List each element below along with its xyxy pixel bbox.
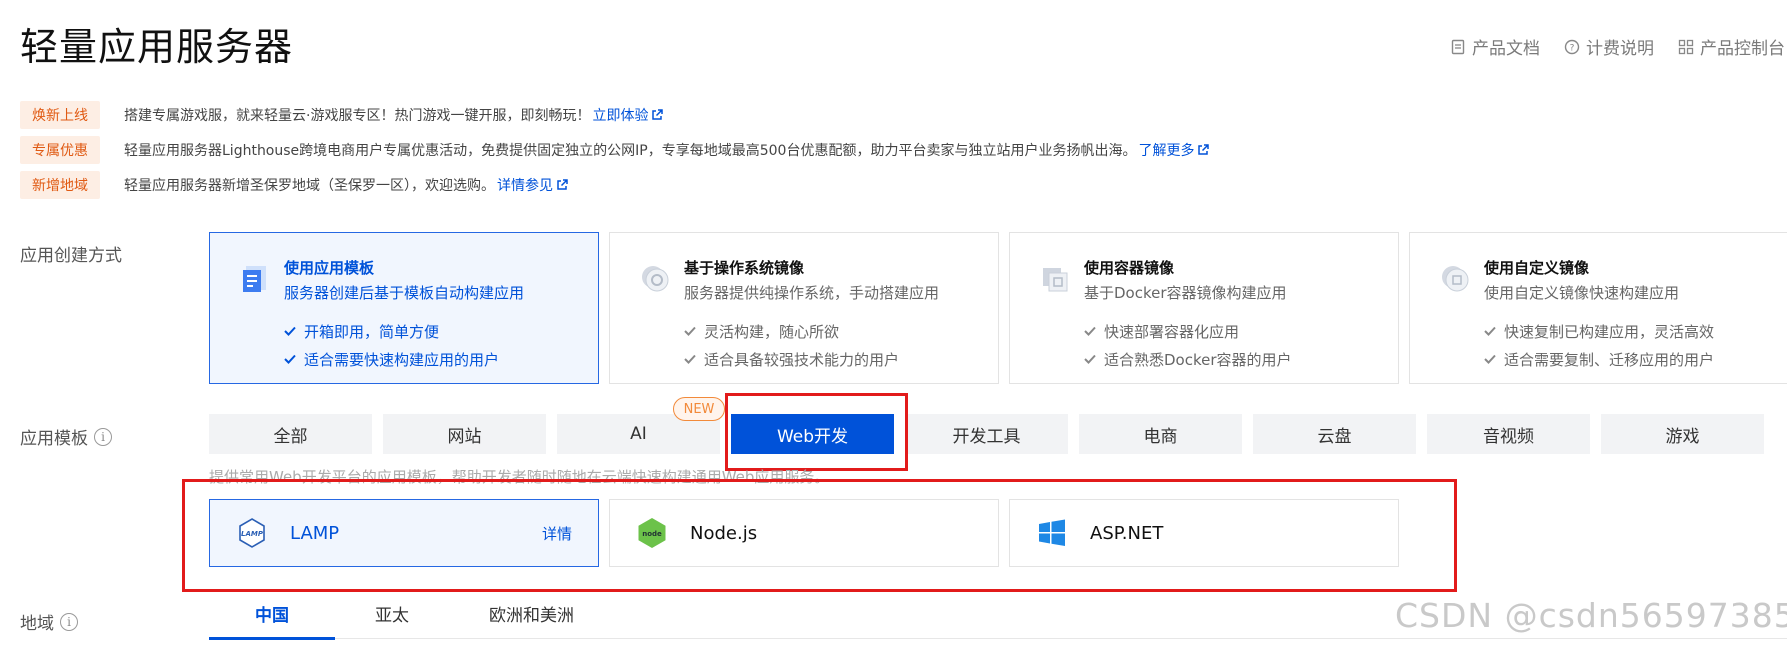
tab-region-asia-pacific[interactable]: 亚太 [335,603,449,639]
billing-link[interactable]: ? 计费说明 [1564,34,1654,59]
mode-feature-text: 快速复制已构建应用，灵活高效 [1504,322,1715,341]
os-image-icon [642,266,669,292]
mode-card-desc: 服务器提供纯操作系统，手动搭建应用 [684,284,940,302]
mode-feature-text: 灵活构建，随心所欲 [704,322,840,341]
mode-feature-text: 适合具备较强技术能力的用户 [704,350,900,369]
mode-card-desc: 使用自定义镜像快速构建应用 [1484,284,1680,302]
tab-website[interactable]: 网站 [383,414,546,454]
tab-dev-tools[interactable]: 开发工具 [905,414,1068,454]
creation-mode-cards: 使用应用模板 服务器创建后基于模板自动构建应用 开箱即用，简单方便 适合需要快速… [209,232,1787,384]
mode-feature: 适合需要快速构建应用的用户 [284,345,578,373]
app-template-label-text: 应用模板 [20,429,88,449]
watermark: CSDN @csdn565973850 [1395,596,1787,635]
check-icon [684,326,696,336]
check-icon [284,354,296,364]
mode-card-desc: 服务器创建后基于模板自动构建应用 [284,284,525,302]
tab-cloud-disk[interactable]: 云盘 [1253,414,1416,454]
document-icon [1451,39,1465,54]
info-icon[interactable]: i [94,427,112,446]
notice-link[interactable]: 详情参见 [497,175,568,195]
mode-card-os-image[interactable]: 基于操作系统镜像 服务器提供纯操作系统，手动搭建应用 灵活构建，随心所欲 适合具… [609,232,999,384]
tab-ecommerce[interactable]: 电商 [1079,414,1242,454]
notice-item: 专属优惠 轻量应用服务器Lighthouse跨境电商用户专属优惠活动，免费提供固… [20,135,1210,165]
check-icon [684,354,696,364]
notice-link[interactable]: 了解更多 [1138,140,1210,160]
region-label-text: 地域 [20,614,54,634]
check-icon [284,326,296,336]
mode-card-title: 使用自定义镜像 [1484,259,1590,277]
highlight-box-templates [182,479,1457,592]
tab-audio-video[interactable]: 音视频 [1427,414,1590,454]
mode-card-title: 使用应用模板 [284,259,375,277]
header-links: 产品文档 ? 计费说明 产品控制台 [1450,34,1785,59]
notice-link-label: 详情参见 [497,178,553,194]
mode-card-container-image[interactable]: 使用容器镜像 基于Docker容器镜像构建应用 快速部署容器化应用 适合熟悉Do… [1009,232,1399,384]
console-link[interactable]: 产品控制台 [1678,34,1785,59]
mode-feature: 适合需要复制、迁移应用的用户 [1484,345,1778,373]
mode-feature-text: 适合需要复制、迁移应用的用户 [1504,350,1715,369]
tab-games[interactable]: 游戏 [1601,414,1764,454]
app-template-label: 应用模板 i [20,424,112,449]
check-icon [1084,354,1096,364]
mode-card-title: 使用容器镜像 [1084,259,1175,277]
tab-all[interactable]: 全部 [209,414,372,454]
mode-feature-text: 适合熟悉Docker容器的用户 [1104,350,1292,369]
notice-tag: 新增地域 [20,171,100,199]
product-docs-label: 产品文档 [1472,39,1540,59]
check-icon [1484,326,1496,336]
page-title: 轻量应用服务器 [20,25,294,69]
check-icon [1084,326,1096,336]
help-circle-icon: ? [1564,39,1580,54]
mode-card-custom-image[interactable]: 使用自定义镜像 使用自定义镜像快速构建应用 快速复制已构建应用，灵活高效 适合需… [1409,232,1787,384]
tab-region-china[interactable]: 中国 [209,603,335,640]
mode-feature: 适合熟悉Docker容器的用户 [1084,345,1378,373]
external-link-icon [652,109,664,120]
highlight-box-tab [725,393,908,471]
notice-text: 轻量应用服务器新增圣保罗地域（圣保罗一区），欢迎选购。 [124,178,495,194]
info-icon[interactable]: i [60,612,78,631]
mode-feature-text: 适合需要快速构建应用的用户 [304,350,500,369]
check-icon [1484,354,1496,364]
creation-mode-label-text: 应用创建方式 [20,246,122,266]
notice-text: 搭建专属游戏服，就来轻量云·游戏服专区！热门游戏一键开服，即刻畅玩！ [124,108,591,124]
mode-card-desc: 基于Docker容器镜像构建应用 [1084,284,1287,302]
notice-item: 焕新上线 搭建专属游戏服，就来轻量云·游戏服专区！热门游戏一键开服，即刻畅玩！ … [20,100,1209,130]
mode-feature-text: 开箱即用，简单方便 [304,322,440,341]
mode-feature: 快速复制已构建应用，灵活高效 [1484,317,1778,345]
custom-image-icon [1442,266,1469,292]
notice-link[interactable]: 立即体验 [592,105,664,125]
container-image-icon [1043,268,1068,292]
notice-tag: 专属优惠 [20,136,100,164]
mode-feature: 适合具备较强技术能力的用户 [684,345,978,373]
template-app-icon [243,266,266,292]
region-label: 地域 i [20,609,78,634]
grid-icon [1678,39,1694,54]
billing-label: 计费说明 [1586,39,1654,59]
tab-region-europe-americas[interactable]: 欧洲和美洲 [449,603,614,639]
external-link-icon [557,179,568,190]
notice-list: 焕新上线 搭建专属游戏服，就来轻量云·游戏服专区！热门游戏一键开服，即刻畅玩！ … [20,100,1210,205]
template-category-tabs: 全部 网站 AI Web开发 开发工具 电商 云盘 音视频 游戏 NEW [209,397,1764,454]
notice-link-label: 立即体验 [592,108,649,124]
svg-text:?: ? [1570,43,1575,53]
mode-feature: 快速部署容器化应用 [1084,317,1378,345]
product-docs-link[interactable]: 产品文档 [1450,34,1540,59]
notice-text: 轻量应用服务器Lighthouse跨境电商用户专属优惠活动，免费提供固定独立的公… [124,143,1137,159]
new-badge: NEW [673,397,725,421]
notice-item: 新增地域 轻量应用服务器新增圣保罗地域（圣保罗一区），欢迎选购。 详情参见 [20,170,1209,200]
mode-card-template[interactable]: 使用应用模板 服务器创建后基于模板自动构建应用 开箱即用，简单方便 适合需要快速… [209,232,599,384]
console-label: 产品控制台 [1700,39,1785,59]
notice-link-label: 了解更多 [1138,143,1195,159]
mode-feature: 开箱即用，简单方便 [284,317,578,345]
creation-mode-label: 应用创建方式 [20,241,122,266]
notice-tag: 焕新上线 [20,101,100,129]
external-link-icon [1198,144,1210,155]
mode-card-title: 基于操作系统镜像 [684,259,805,277]
mode-feature-text: 快速部署容器化应用 [1104,322,1240,341]
mode-feature: 灵活构建，随心所欲 [684,317,978,345]
